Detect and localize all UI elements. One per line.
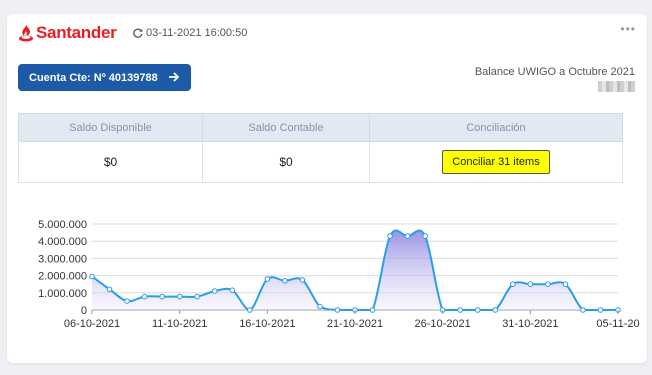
- data-point[interactable]: [194, 293, 200, 300]
- x-tick-label: 05-11-20: [596, 318, 639, 330]
- data-point[interactable]: [229, 287, 236, 294]
- data-point[interactable]: [457, 307, 464, 313]
- data-point[interactable]: [562, 281, 569, 288]
- data-point[interactable]: [299, 277, 306, 283]
- data-point[interactable]: [597, 307, 604, 313]
- data-point[interactable]: [474, 307, 481, 313]
- x-tick-label: 31-10-2021: [502, 318, 558, 330]
- data-point[interactable]: [282, 277, 288, 284]
- data-point[interactable]: [510, 281, 516, 288]
- data-point[interactable]: [211, 288, 218, 294]
- data-point[interactable]: [106, 286, 113, 293]
- y-tick-label: 5.000.000: [38, 219, 87, 231]
- x-tick-label: 26-10-2021: [415, 318, 471, 330]
- data-point[interactable]: [492, 307, 499, 313]
- data-point[interactable]: [176, 293, 183, 300]
- data-point[interactable]: [404, 233, 411, 239]
- data-point[interactable]: [387, 233, 393, 239]
- balance-chart: 5.000.000 4.000.000 3.000.000 2.000.000 1.00…: [38, 219, 640, 330]
- data-point[interactable]: [124, 298, 130, 304]
- data-point[interactable]: [317, 303, 323, 310]
- data-point[interactable]: [141, 293, 148, 300]
- y-tick-label: 2.000.000: [38, 271, 87, 283]
- x-tick-label: 16-10-2021: [239, 318, 295, 330]
- data-point[interactable]: [159, 293, 165, 300]
- series-area: [92, 230, 618, 310]
- data-point[interactable]: [247, 307, 253, 313]
- y-tick-label: 3.000.000: [38, 253, 87, 265]
- x-tick-label: 11-10-2021: [152, 318, 207, 330]
- y-tick-label: 1.000.000: [38, 288, 87, 300]
- data-point[interactable]: [580, 307, 586, 313]
- data-point[interactable]: [545, 281, 551, 288]
- y-tick-label: 0: [81, 305, 87, 317]
- x-tick-label: 06-10-2021: [64, 318, 120, 330]
- data-point[interactable]: [334, 307, 341, 313]
- data-point[interactable]: [369, 307, 376, 313]
- data-point[interactable]: [422, 233, 428, 239]
- x-tick-label: 21-10-2021: [327, 318, 383, 330]
- data-point[interactable]: [527, 281, 534, 288]
- y-tick-label: 4.000.000: [38, 236, 87, 248]
- data-point[interactable]: [89, 273, 95, 280]
- data-point[interactable]: [264, 276, 271, 282]
